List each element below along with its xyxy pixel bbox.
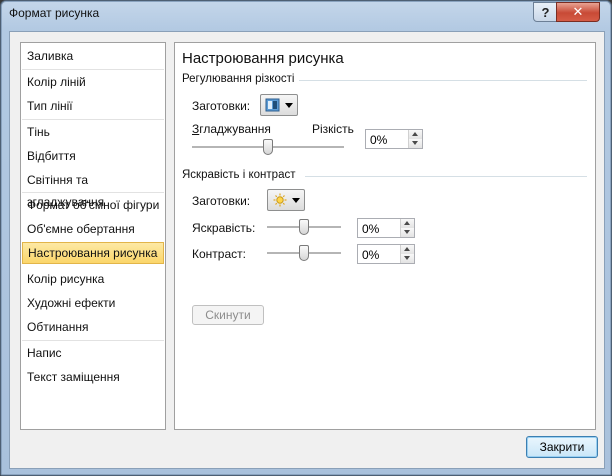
nav-item-artistic-effects[interactable]: Художні ефекти [22, 292, 164, 314]
slider-thumb[interactable] [299, 245, 309, 261]
sharpness-value[interactable]: 0% [370, 133, 387, 147]
nav-item-line-color[interactable]: Колір ліній [22, 71, 164, 93]
pane-title: Настроювання рисунка [182, 50, 344, 67]
contrast-spinbox[interactable]: 0% [357, 244, 415, 264]
group-divider [299, 80, 587, 81]
nav-item-3d-format[interactable]: Формат об'ємної фігури [22, 194, 164, 216]
brightness-presets-label: Заготовки: [192, 194, 251, 208]
spin-up-icon[interactable] [400, 245, 414, 254]
contrast-label: Контраст: [192, 247, 246, 261]
dialog-client: Заливка Колір ліній Тип лінії Тінь Відби… [9, 31, 605, 469]
nav-separator [22, 340, 164, 341]
nav-separator [22, 119, 164, 120]
smooth-label: Згладжування [192, 122, 271, 136]
nav-item-picture-corrections[interactable]: Настроювання рисунка [22, 242, 164, 264]
sharpness-preset-icon [265, 98, 280, 112]
contrast-slider[interactable] [267, 245, 341, 261]
sharpness-slider[interactable] [192, 139, 344, 155]
brightness-value[interactable]: 0% [362, 222, 379, 236]
close-window-button[interactable]: ✕ [556, 2, 600, 22]
nav-item-3d-rotation[interactable]: Об'ємне обертання [22, 218, 164, 240]
spin-up-icon[interactable] [408, 130, 422, 139]
sharpness-presets-label: Заготовки: [192, 99, 251, 113]
window-title: Формат рисунка [9, 6, 100, 20]
title-bar[interactable]: Формат рисунка ? ✕ [1, 1, 611, 27]
sun-icon [273, 193, 287, 207]
help-button[interactable]: ? [533, 2, 558, 22]
brightness-contrast-group-label: Яскравість і контраст [182, 169, 296, 181]
contrast-value[interactable]: 0% [362, 248, 379, 262]
nav-separator [22, 69, 164, 70]
nav-item-alt-text[interactable]: Текст заміщення [22, 366, 164, 388]
settings-pane: Настроювання рисунка Регулювання різкост… [174, 42, 596, 430]
category-list: Заливка Колір ліній Тип лінії Тінь Відби… [20, 42, 166, 430]
chevron-down-icon [285, 103, 293, 108]
spin-down-icon[interactable] [408, 139, 422, 148]
nav-separator [22, 192, 164, 193]
nav-item-glow-soft-edges[interactable]: Світіння та згладжування [22, 169, 164, 209]
chevron-down-icon [292, 198, 300, 203]
nav-item-shadow[interactable]: Тінь [22, 121, 164, 143]
group-divider [305, 176, 587, 177]
nav-item-crop[interactable]: Обтинання [22, 316, 164, 338]
spin-up-icon[interactable] [400, 219, 414, 228]
brightness-presets-dropdown[interactable] [267, 189, 305, 211]
nav-item-fill[interactable]: Заливка [22, 45, 164, 67]
spin-down-icon[interactable] [400, 254, 414, 263]
sharpness-presets-dropdown[interactable] [260, 94, 298, 116]
brightness-slider[interactable] [267, 219, 341, 235]
slider-thumb[interactable] [263, 139, 273, 155]
brightness-label: Яскравість: [192, 221, 256, 235]
sharpness-group-label: Регулювання різкості [182, 73, 295, 85]
nav-item-picture-color[interactable]: Колір рисунка [22, 268, 164, 290]
reset-button[interactable]: Скинути [192, 305, 264, 325]
spin-down-icon[interactable] [400, 228, 414, 237]
brightness-spinbox[interactable]: 0% [357, 218, 415, 238]
slider-thumb[interactable] [299, 219, 309, 235]
sharpen-label: Різкість [312, 122, 354, 136]
nav-item-reflection[interactable]: Відбиття [22, 145, 164, 167]
close-button[interactable]: Закрити [526, 436, 598, 458]
format-picture-dialog: Формат рисунка ? ✕ Заливка Колір ліній Т… [0, 0, 612, 476]
nav-item-line-style[interactable]: Тип лінії [22, 95, 164, 117]
sharpness-spinbox[interactable]: 0% [365, 129, 423, 149]
nav-item-text-box[interactable]: Напис [22, 342, 164, 364]
